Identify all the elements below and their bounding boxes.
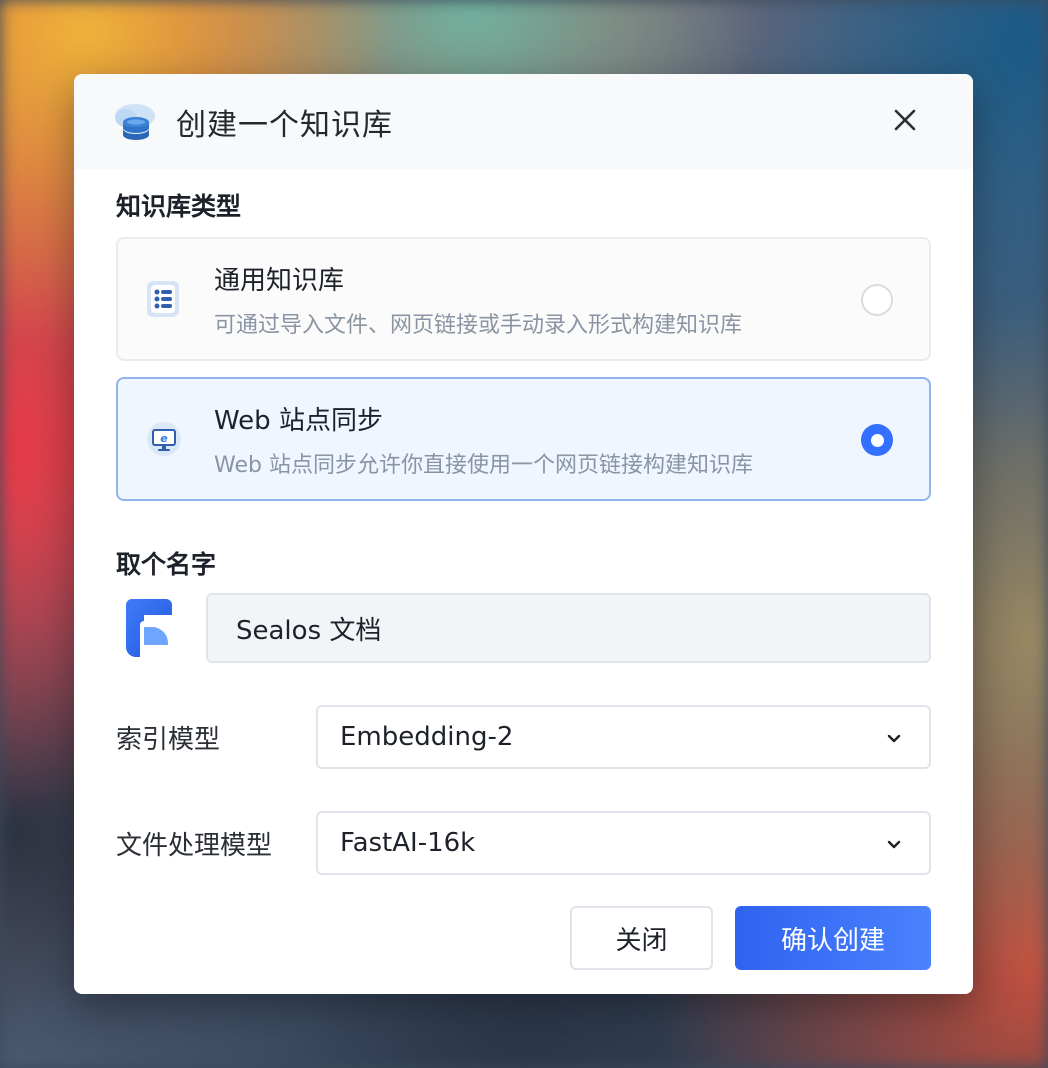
name-row: Sealos 文档 (116, 593, 931, 663)
web-monitor-icon: e (147, 422, 181, 456)
type-option-description: 可通过导入文件、网页链接或手动录入形式构建知识库 (214, 312, 743, 338)
modal-body: 知识库类型 通用知识库 可通过导入文件、网页链接或手动录入形式构建知识库 e W… (74, 187, 973, 875)
radio-general[interactable] (861, 284, 893, 316)
index-model-row: 索引模型 Embedding-2 (116, 705, 931, 769)
chevron-down-icon (887, 840, 901, 849)
close-modal-button[interactable]: 关闭 (570, 906, 713, 970)
type-option-title: Web 站点同步 (214, 405, 383, 436)
chevron-down-icon (887, 734, 901, 743)
name-input[interactable]: Sealos 文档 (206, 593, 931, 663)
file-model-row: 文件处理模型 FastAI-16k (116, 811, 931, 875)
kb-type-label: 知识库类型 (116, 192, 242, 221)
radio-checked-dot (870, 433, 884, 447)
index-model-label: 索引模型 (116, 724, 221, 755)
index-model-value: Embedding-2 (340, 722, 514, 752)
close-button[interactable] (889, 104, 921, 136)
file-model-select[interactable]: FastAI-16k (316, 811, 931, 875)
fastgpt-logo[interactable] (122, 595, 178, 661)
type-option-description: Web 站点同步允许你直接使用一个网页链接构建知识库 (214, 452, 753, 478)
list-database-icon (147, 281, 179, 317)
modal-footer: 关闭 确认创建 (570, 906, 931, 970)
modal-title: 创建一个知识库 (176, 107, 393, 143)
file-model-value: FastAI-16k (340, 828, 476, 858)
svg-text:e: e (160, 432, 168, 445)
database-cloud-icon (115, 103, 155, 140)
modal-header: 创建一个知识库 (74, 74, 973, 169)
file-model-label: 文件处理模型 (116, 830, 273, 861)
type-option-general[interactable]: 通用知识库 可通过导入文件、网页链接或手动录入形式构建知识库 (116, 237, 931, 361)
confirm-create-button[interactable]: 确认创建 (735, 906, 931, 970)
create-knowledge-base-modal: 创建一个知识库 知识库类型 通用知识库 可通过导入文件、网页链接或手动录入形式构… (74, 74, 973, 994)
name-label: 取个名字 (116, 550, 217, 579)
close-icon (894, 109, 916, 131)
index-model-select[interactable]: Embedding-2 (316, 705, 931, 769)
type-option-web-sync[interactable]: e Web 站点同步 Web 站点同步允许你直接使用一个网页链接构建知识库 (116, 377, 931, 501)
type-option-title: 通用知识库 (214, 265, 345, 296)
radio-web-sync[interactable] (861, 424, 893, 456)
